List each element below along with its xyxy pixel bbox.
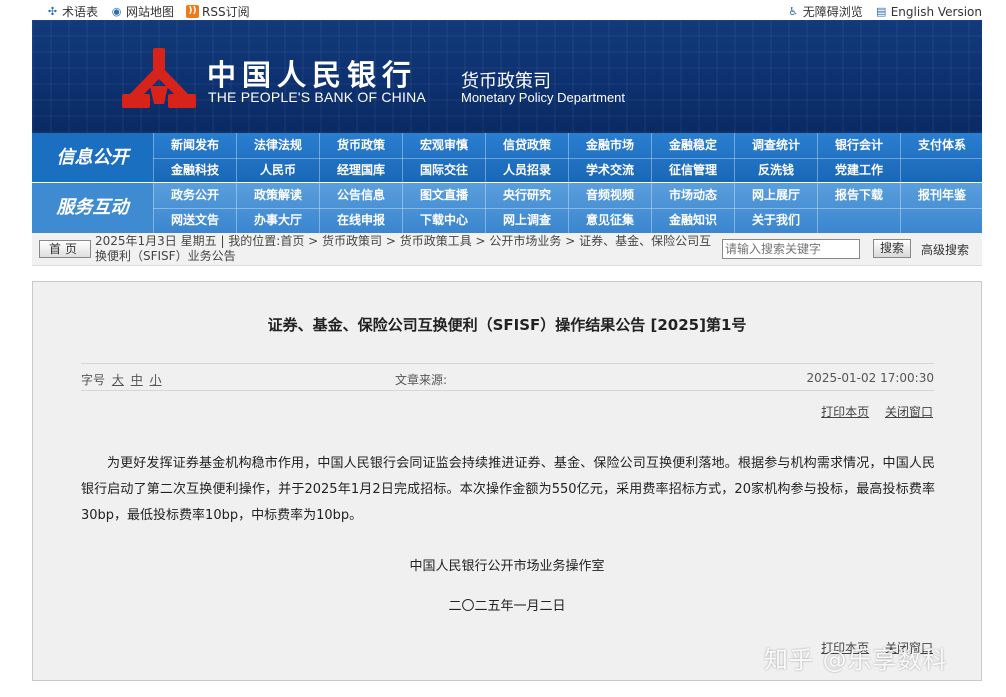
- nav-item[interactable]: 音频视频: [568, 183, 651, 208]
- font-size-switcher: 字号 大 中 小: [81, 373, 162, 387]
- crosshair-icon: ✣: [47, 5, 58, 18]
- breadcrumb: 2025年1月3日 星期五 | 我的位置:首页 > 货币政策司 > 货币政策工具…: [95, 234, 712, 263]
- nav-item: [817, 208, 900, 233]
- nav-item[interactable]: 报告下载: [817, 183, 900, 208]
- nav-item[interactable]: 信贷政策: [485, 133, 568, 158]
- nav-item[interactable]: 货币政策: [319, 133, 402, 158]
- nav-item[interactable]: 国际交往: [402, 158, 485, 183]
- department-name-en: Monetary Policy Department: [461, 90, 626, 105]
- nav-item[interactable]: 反洗钱: [734, 158, 817, 183]
- nav-item[interactable]: 宏观审慎: [402, 133, 485, 158]
- nav-item[interactable]: 银行会计: [817, 133, 900, 158]
- nav-item[interactable]: 学术交流: [568, 158, 651, 183]
- print-link[interactable]: 打印本页: [821, 405, 869, 419]
- nav-item: [900, 208, 983, 233]
- nav-item[interactable]: 市场动态: [651, 183, 734, 208]
- nav-item[interactable]: 办事大厅: [236, 208, 319, 233]
- main-navigation: 信息公开 新闻发布 法律法规 货币政策 宏观审慎 信贷政策 金融市场 金融稳定 调查统计 银行会…: [32, 133, 982, 233]
- nav-item[interactable]: 网上调查: [485, 208, 568, 233]
- article-source: 文章来源:: [395, 373, 448, 387]
- nav-item[interactable]: 报刊年鉴: [900, 183, 983, 208]
- nav-item[interactable]: 网送文告: [153, 208, 236, 233]
- accessible-link[interactable]: ♿ 无障碍浏览: [787, 3, 862, 20]
- globe-icon: ◉: [111, 5, 122, 18]
- search-button[interactable]: 搜索: [873, 239, 911, 258]
- nav-item: [900, 158, 983, 183]
- breadcrumb-bar: 首页 2025年1月3日 星期五 | 我的位置:首页 > 货币政策司 > 货币政…: [32, 233, 982, 266]
- article-body: 为更好发挥证券基金机构稳市作用，中国人民银行会同证监会持续推进证券、基金、保险公…: [81, 456, 935, 523]
- nav-group-title: 服务互动: [56, 197, 129, 218]
- nav-item[interactable]: 在线申报: [319, 208, 402, 233]
- bank-name-en: THE PEOPLE'S BANK OF CHINA: [208, 89, 426, 105]
- article-title: 证券、基金、保险公司互换便利（SFISF）操作结果公告 [2025]第1号: [267, 316, 747, 334]
- article-panel: 证券、基金、保险公司互换便利（SFISF）操作结果公告 [2025]第1号 字号…: [32, 281, 982, 681]
- nav-item[interactable]: 图文直播: [402, 183, 485, 208]
- nav-item[interactable]: 人民币: [236, 158, 319, 183]
- nav-group-info: 信息公开 新闻发布 法律法规 货币政策 宏观审慎 信贷政策 金融市场 金融稳定 调查统计 银行会…: [32, 133, 982, 183]
- nav-item[interactable]: 下载中心: [402, 208, 485, 233]
- nav-item[interactable]: 经理国库: [319, 158, 402, 183]
- nav-item[interactable]: 征信管理: [651, 158, 734, 183]
- nav-item[interactable]: 人员招录: [485, 158, 568, 183]
- nav-item[interactable]: 调查统计: [734, 133, 817, 158]
- rss-icon: )): [186, 5, 200, 18]
- advanced-search-link[interactable]: 高级搜索: [921, 241, 969, 258]
- search-input[interactable]: [722, 239, 860, 259]
- accessibility-icon: ♿: [788, 5, 799, 18]
- nav-item[interactable]: 政务公开: [153, 183, 236, 208]
- article-sign-date: 二〇二五年一月二日: [448, 599, 566, 614]
- font-large-link[interactable]: 大: [112, 373, 124, 387]
- header-banner: 中国人民银行 THE PEOPLE'S BANK OF CHINA 货币政策司 …: [32, 20, 982, 133]
- font-medium-link[interactable]: 中: [131, 373, 143, 387]
- nav-item[interactable]: 党建工作: [817, 158, 900, 183]
- article-meta: 字号 大 中 小 文章来源: 2025-01-02 17:00:30: [81, 363, 934, 391]
- nav-item[interactable]: 新闻发布: [153, 133, 236, 158]
- sitemap-link[interactable]: ◉ 网站地图: [110, 3, 174, 20]
- keyboard-icon: ▤: [876, 5, 887, 18]
- nav-item[interactable]: 公告信息: [319, 183, 402, 208]
- nav-item[interactable]: 法律法规: [236, 133, 319, 158]
- nav-item[interactable]: 关于我们: [734, 208, 817, 233]
- nav-group-service: 服务互动 政务公开 政策解读 公告信息 图文直播 央行研究 音频视频 市场动态 网上展厅 报告下…: [32, 183, 982, 233]
- nav-group-title: 信息公开: [56, 147, 129, 168]
- nav-item[interactable]: 意见征集: [568, 208, 651, 233]
- glossary-link[interactable]: ✣ 术语表: [46, 3, 98, 20]
- nav-item[interactable]: 金融科技: [153, 158, 236, 183]
- article-date: 2025-01-02 17:00:30: [806, 371, 934, 385]
- nav-item[interactable]: 政策解读: [236, 183, 319, 208]
- watermark: 知乎 @乐享数科: [764, 646, 948, 674]
- home-button[interactable]: 首页: [39, 240, 91, 258]
- top-utility-bar: ✣ 术语表 ◉ 网站地图 )) RSS订阅 ♿ 无障碍浏览 ▤ English …: [0, 0, 1006, 20]
- pboc-logo-icon[interactable]: [120, 46, 198, 112]
- article-tools-top: 打印本页 关闭窗口: [809, 403, 933, 420]
- nav-item[interactable]: 央行研究: [485, 183, 568, 208]
- rss-link[interactable]: )) RSS订阅: [186, 3, 250, 20]
- nav-item[interactable]: 金融市场: [568, 133, 651, 158]
- bank-name-cn: 中国人民银行: [207, 58, 418, 92]
- nav-item[interactable]: 金融知识: [651, 208, 734, 233]
- english-version-link[interactable]: ▤ English Version: [875, 3, 982, 20]
- nav-item[interactable]: 网上展厅: [734, 183, 817, 208]
- nav-item[interactable]: 金融稳定: [651, 133, 734, 158]
- font-small-link[interactable]: 小: [150, 373, 162, 387]
- article-signature: 中国人民银行公开市场业务操作室: [409, 559, 605, 574]
- nav-item[interactable]: 支付体系: [900, 133, 983, 158]
- close-window-link[interactable]: 关闭窗口: [885, 405, 933, 419]
